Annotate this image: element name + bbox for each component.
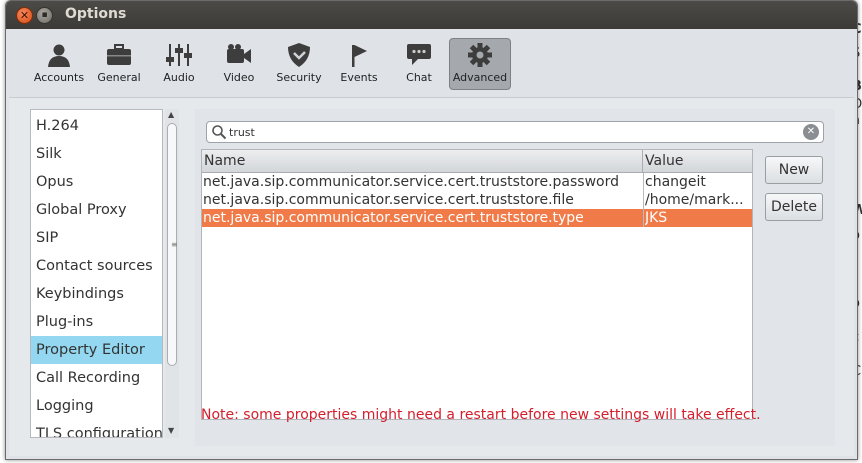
property-name-cell[interactable]: net.java.sip.communicator.service.cert.t… (203, 209, 641, 227)
property-editor-panel: ✕ Name Value net.java.sip.communicator.s… (195, 109, 835, 446)
flag-icon (352, 45, 367, 67)
briefcase-icon (107, 44, 131, 65)
sidebar-item-opus[interactable]: Opus (31, 168, 162, 196)
new-property-button[interactable]: New (765, 156, 823, 184)
restart-note: Note: some properties might need a resta… (201, 407, 761, 423)
sidebar-item-logging[interactable]: Logging (31, 392, 162, 420)
toolbar-general[interactable]: General (89, 39, 149, 89)
options-window: ✕ ▪ Options Accounts General Audio Video… (5, 0, 858, 460)
toolbar-events[interactable]: Events (329, 39, 389, 89)
sidebar-item-property-editor[interactable]: Property Editor (31, 336, 162, 364)
minimize-window-button[interactable]: ▪ (36, 7, 53, 24)
sidebar-item-sip[interactable]: SIP (31, 224, 162, 252)
toolbar-audio[interactable]: Audio (149, 39, 209, 89)
chat-bubble-icon (407, 44, 431, 65)
sidebar-item-h264[interactable]: H.264 (31, 112, 162, 140)
sidebar-scroll-thumb[interactable]: ≡ (167, 123, 178, 366)
window-title: Options (65, 6, 127, 22)
sidebar-item-call-recording[interactable]: Call Recording (31, 364, 162, 392)
options-toolbar: Accounts General Audio Video Security Ev… (6, 29, 857, 97)
shield-icon (288, 43, 310, 67)
properties-table[interactable]: Name Value net.java.sip.communicator.ser… (201, 149, 753, 420)
sidebar-item-tls-configuration[interactable]: TLS configuration (31, 420, 162, 437)
mixer-sliders-icon (166, 44, 192, 66)
property-value-cell[interactable]: JKS (645, 209, 752, 227)
toolbar-label: Audio (163, 71, 195, 84)
property-value-cell[interactable]: changeit (645, 173, 752, 191)
toolbar-label: Advanced (452, 71, 508, 84)
sidebar-item-keybindings[interactable]: Keybindings (31, 280, 162, 308)
toolbar-accounts[interactable]: Accounts (29, 39, 89, 89)
toolbar-label: Events (340, 71, 378, 84)
gear-icon (468, 43, 492, 67)
column-divider (643, 173, 644, 227)
toolbar-label: Video (223, 71, 255, 84)
column-header-name[interactable]: Name (202, 150, 643, 173)
scroll-down-arrow-icon[interactable]: ▼ (168, 426, 174, 435)
toolbar-security[interactable]: Security (269, 39, 329, 89)
toolbar-label: Security (276, 71, 322, 84)
delete-property-button[interactable]: Delete (765, 193, 823, 221)
table-row[interactable]: net.java.sip.communicator.service.cert.t… (202, 191, 752, 209)
toolbar-label: Chat (406, 71, 432, 84)
search-icon (212, 125, 227, 140)
sidebar-item-contact-sources[interactable]: Contact sources (31, 252, 162, 280)
content-area: H.264 Silk Opus Global Proxy SIP Contact… (9, 97, 854, 456)
grip-icon: ≡ (171, 240, 178, 249)
toolbar-label: General (97, 71, 141, 84)
table-row-selected[interactable]: net.java.sip.communicator.service.cert.t… (202, 209, 752, 227)
options-category-list[interactable]: H.264 Silk Opus Global Proxy SIP Contact… (30, 109, 163, 438)
sidebar-item-plug-ins[interactable]: Plug-ins (31, 308, 162, 336)
table-row[interactable]: net.java.sip.communicator.service.cert.t… (202, 173, 752, 191)
property-name-cell[interactable]: net.java.sip.communicator.service.cert.t… (203, 191, 641, 209)
column-header-value[interactable]: Value (643, 150, 752, 173)
search-field[interactable]: ✕ (206, 121, 824, 143)
close-window-button[interactable]: ✕ (16, 7, 33, 24)
person-icon (48, 44, 70, 67)
search-input[interactable] (229, 123, 789, 141)
toolbar-chat[interactable]: Chat (389, 39, 449, 89)
clear-search-icon[interactable]: ✕ (803, 124, 819, 140)
sidebar-item-silk[interactable]: Silk (31, 140, 162, 168)
video-camera-icon (227, 44, 251, 63)
scroll-up-arrow-icon[interactable]: ▲ (168, 110, 174, 119)
toolbar-video[interactable]: Video (209, 39, 269, 89)
toolbar-label: Accounts (33, 71, 85, 84)
sidebar-scrollbar[interactable]: ▲ ≡ ▼ (165, 109, 179, 438)
property-name-cell[interactable]: net.java.sip.communicator.service.cert.t… (203, 173, 641, 191)
sidebar-item-global-proxy[interactable]: Global Proxy (31, 196, 162, 224)
title-bar[interactable]: ✕ ▪ Options (6, 1, 857, 29)
property-value-cell[interactable]: /home/mark... (645, 191, 752, 209)
toolbar-advanced[interactable]: Advanced (449, 38, 511, 90)
